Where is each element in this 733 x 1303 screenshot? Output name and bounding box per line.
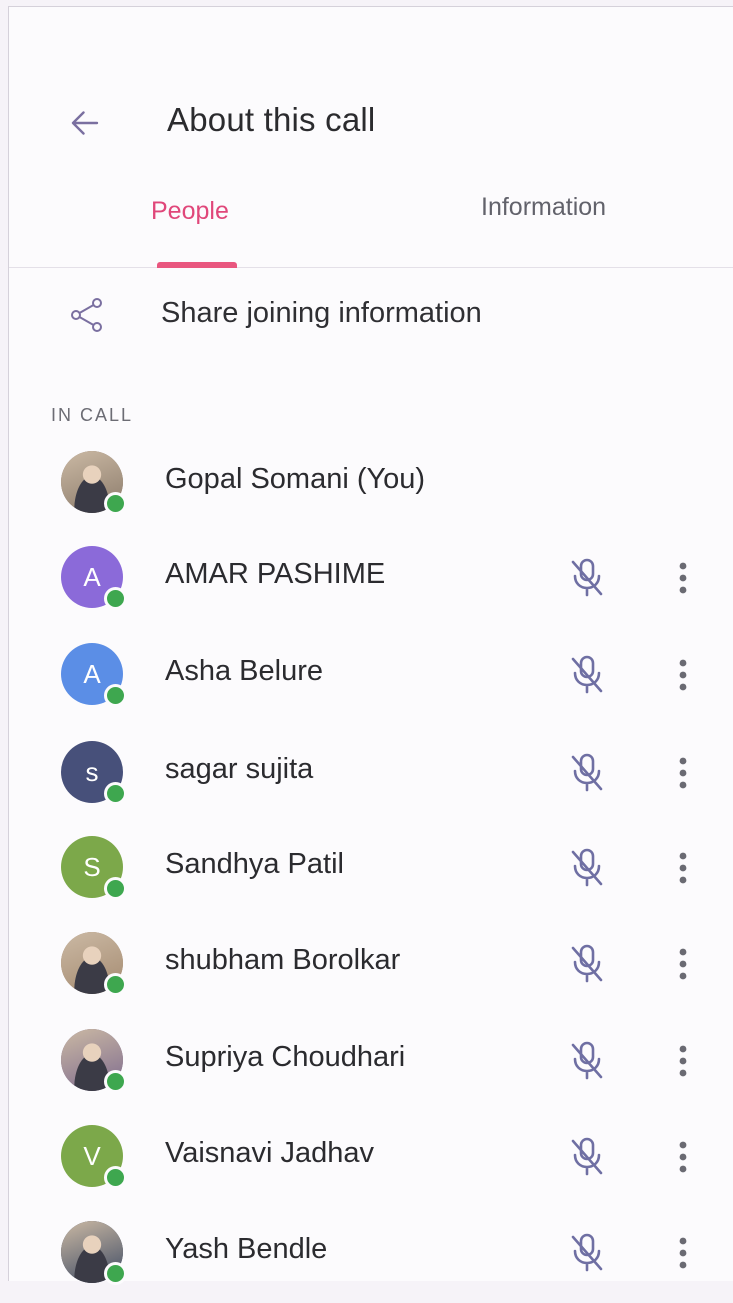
avatar-initial: A xyxy=(83,561,101,592)
more-vert-icon xyxy=(679,659,687,691)
avatar: s xyxy=(61,741,127,805)
more-vert-icon xyxy=(679,1237,687,1269)
more-options-button[interactable] xyxy=(665,1131,701,1183)
more-vert-icon xyxy=(679,948,687,980)
mic-off-icon xyxy=(571,848,603,887)
avatar: V xyxy=(61,1125,127,1189)
participant-name: sagar sujita xyxy=(165,753,314,785)
participant-name: Sandhya Patil xyxy=(165,848,344,880)
tab-people[interactable]: People xyxy=(151,197,229,226)
participant-row: Gopal Somani (You) xyxy=(9,437,733,533)
mic-off-icon xyxy=(571,558,603,597)
more-vert-icon xyxy=(679,1141,687,1173)
page-title: About this call xyxy=(167,101,376,138)
more-vert-icon xyxy=(679,1045,687,1077)
more-vert-icon xyxy=(679,562,687,594)
header: About this call xyxy=(9,79,733,159)
more-options-button[interactable] xyxy=(665,1227,701,1279)
avatar-initial: S xyxy=(83,851,101,882)
mic-off-icon xyxy=(571,1137,603,1176)
more-options-button[interactable] xyxy=(665,649,701,701)
participant-row: S Sandhya Patil xyxy=(9,822,733,918)
participant-row: shubham Borolkar xyxy=(9,918,733,1014)
avatar-initial: A xyxy=(83,658,101,689)
online-status-dot xyxy=(104,1070,127,1093)
avatar: A xyxy=(61,643,127,707)
avatar xyxy=(61,451,127,515)
online-status-dot xyxy=(104,782,127,805)
mic-off-icon xyxy=(571,944,603,983)
participant-row: A AMAR PASHIME xyxy=(9,532,733,628)
online-status-dot xyxy=(104,684,127,707)
participant-row: Supriya Choudhari xyxy=(9,1015,733,1111)
participant-row: Yash Bendle xyxy=(9,1207,733,1303)
participant-name: Vaisnavi Jadhav xyxy=(165,1137,375,1169)
online-status-dot xyxy=(104,1262,127,1285)
online-status-dot xyxy=(104,877,127,900)
participant-name: AMAR PASHIME xyxy=(165,558,386,590)
avatar xyxy=(61,1029,127,1093)
avatar: A xyxy=(61,546,127,610)
avatar-initial: V xyxy=(83,1140,101,1171)
arrow-left-icon xyxy=(71,111,99,135)
participant-name: Yash Bendle xyxy=(165,1233,328,1265)
more-options-button[interactable] xyxy=(665,1035,701,1087)
participant-row: s sagar sujita xyxy=(9,727,733,823)
more-options-button[interactable] xyxy=(665,842,701,894)
tab-information[interactable]: Information xyxy=(481,193,606,222)
online-status-dot xyxy=(104,492,127,515)
more-options-button[interactable] xyxy=(665,747,701,799)
share-joining-info-label: Share joining information xyxy=(161,297,482,329)
mic-off-icon xyxy=(571,1041,603,1080)
avatar: S xyxy=(61,836,127,900)
back-button[interactable] xyxy=(61,99,109,147)
mic-off-icon xyxy=(571,753,603,792)
mic-off-icon xyxy=(571,1233,603,1272)
share-joining-info-button[interactable]: Share joining information xyxy=(9,277,733,357)
participant-name: Gopal Somani (You) xyxy=(165,463,426,495)
more-options-button[interactable] xyxy=(665,938,701,990)
share-icon xyxy=(71,298,102,332)
call-details-panel: About this call People Information Share… xyxy=(8,6,733,1285)
more-options-button[interactable] xyxy=(665,552,701,604)
avatar xyxy=(61,1221,127,1285)
avatar xyxy=(61,932,127,996)
participant-name: Asha Belure xyxy=(165,655,323,687)
participant-row: V Vaisnavi Jadhav xyxy=(9,1111,733,1207)
online-status-dot xyxy=(104,587,127,610)
tab-bar: People Information xyxy=(9,187,733,268)
more-vert-icon xyxy=(679,852,687,884)
online-status-dot xyxy=(104,973,127,996)
participant-name: shubham Borolkar xyxy=(165,944,401,976)
more-vert-icon xyxy=(679,757,687,789)
online-status-dot xyxy=(104,1166,127,1189)
section-label-in-call: IN CALL xyxy=(51,405,134,425)
participant-row: A Asha Belure xyxy=(9,629,733,725)
avatar-initial: s xyxy=(85,756,99,787)
participant-name: Supriya Choudhari xyxy=(165,1041,406,1073)
active-tab-indicator xyxy=(157,262,237,268)
mic-off-icon xyxy=(571,655,603,694)
